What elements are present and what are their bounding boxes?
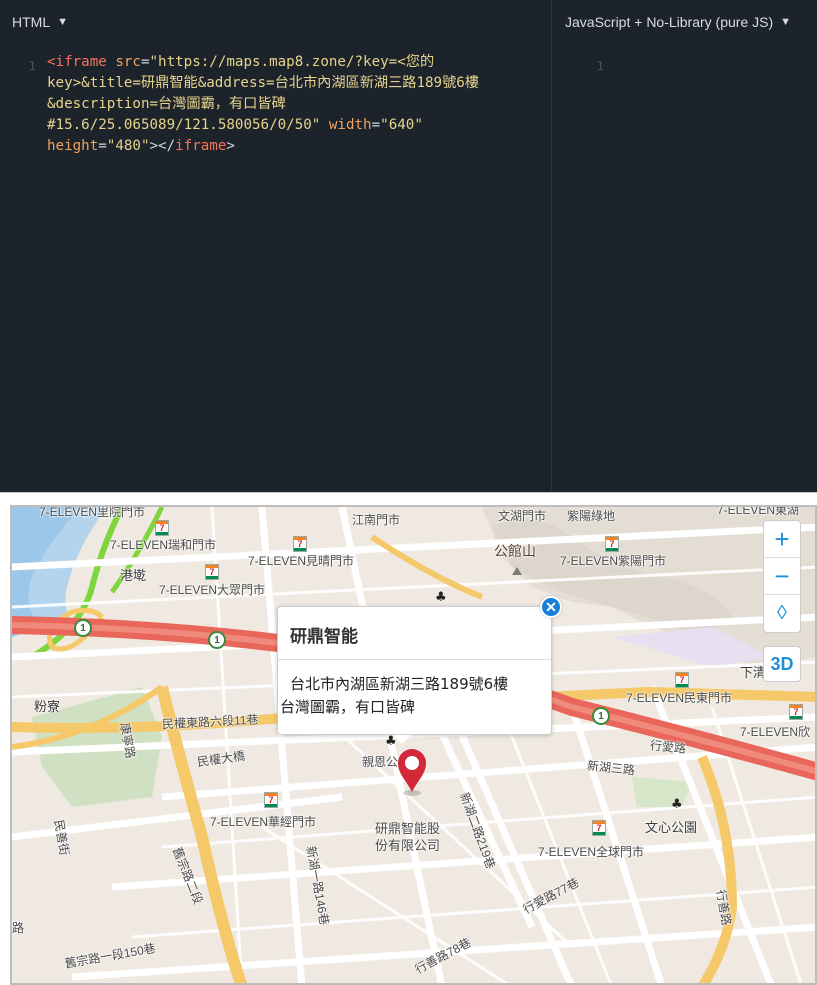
close-icon[interactable]: ✕ [540,596,562,618]
route-shield-icon: 1 [592,707,610,725]
popup-tip [393,735,411,744]
map-label: 7-ELEVEN里院門市 [39,505,146,519]
map-label: 7-ELEVEN瑞和門市 [110,538,217,552]
line-number: 1 [596,58,604,73]
map-label: 7-ELEVEN大眾門市 [159,583,266,597]
chevron-down-icon[interactable]: ▼ [57,16,68,28]
3d-toggle-button[interactable]: 3D [763,646,801,682]
chevron-down-icon[interactable]: ▼ [780,16,791,28]
code-token: = [371,117,381,133]
map-label: 7-ELEVEN華經門市 [210,815,317,829]
js-pane: JavaScript + No-Library (pure JS) ▼ 1 [552,0,817,492]
map-label: 7-ELEVEN全球門市 [538,845,645,859]
seven-eleven-icon[interactable]: 7 [789,704,803,720]
zoom-controls: + − ◊ [763,520,801,633]
code-token: height [47,138,99,154]
route-shield-icon: 1 [74,619,92,637]
map-label: 親恩公 [362,755,399,769]
popup-body: 台北市內湖區新湖三路189號6樓 台灣圖霸，有口皆碑 [278,660,551,719]
zoom-in-button[interactable]: + [764,521,800,558]
code-token: &description=台灣圖霸，有口皆碑 [47,96,286,112]
code-token: "480" [106,138,150,154]
location-pin-icon[interactable] [397,748,427,798]
company-poi-label-line2: 份有限公司 [375,838,441,853]
code-token: src [115,54,141,70]
map-label: 港墘 [120,568,147,583]
map-label: 7-ELEVEN見晴門市 [248,554,355,568]
code-token: "640" [380,117,423,133]
map-iframe[interactable]: 7 7 7 7 7 7 7 7 1 1 1 ♣ ♣ ♣ 7-ELEVEN里院門市… [10,505,817,985]
code-token: #15.6/25.065089/121.580056/0/50" [47,117,321,133]
seven-eleven-icon[interactable]: 7 [293,536,307,552]
company-poi-label[interactable]: 研鼎智能股 份有限公司 [375,820,440,854]
code-token: key>&title=研鼎智能&address=台北市內湖區新湖三路189號6樓 [47,75,479,91]
route-shield-icon: 1 [208,631,226,649]
info-popup: 研鼎智能 台北市內湖區新湖三路189號6樓 台灣圖霸，有口皆碑 [277,606,552,744]
js-language-label: JavaScript + No-Library (pure JS) [565,14,774,30]
code-token: width [328,117,372,133]
code-token: = [98,138,107,154]
map-label: 文湖門市 [498,509,547,523]
map-label: 行愛路 [649,738,687,756]
popup-title: 研鼎智能 [278,607,551,660]
map-label: 7-ELEVEN欣 [740,725,811,739]
seven-eleven-icon[interactable]: 7 [592,820,606,836]
code-editor: HTML ▼ 1 <iframe src="https://maps.map8.… [0,0,817,492]
map-label: 公館山 [494,543,536,559]
seven-eleven-icon[interactable]: 7 [605,536,619,552]
code-line[interactable]: height="480"></iframe> [47,136,547,157]
code-text[interactable]: <iframe src="https://maps.map8.zone/?key… [47,52,547,157]
code-token: <iframe [47,54,107,70]
code-token: = [140,54,150,70]
code-token: > [226,138,235,154]
html-pane: HTML ▼ 1 <iframe src="https://maps.map8.… [0,0,551,492]
map-label: 文心公園 [645,820,698,835]
code-line[interactable]: &description=台灣圖霸，有口皆碑 [47,94,547,115]
seven-eleven-icon[interactable]: 7 [264,792,278,808]
popup-address: 台北市內湖區新湖三路189號6樓 [290,675,509,693]
code-line[interactable]: key>&title=研鼎智能&address=台北市內湖區新湖三路189號6樓 [47,73,547,94]
seven-eleven-icon[interactable]: 7 [675,672,689,688]
code-token: ></ [149,138,176,154]
html-language-label: HTML [12,14,51,30]
zoom-out-button[interactable]: − [764,558,800,595]
mountain-peak-icon [512,567,522,575]
compass-icon[interactable]: ◊ [764,595,800,632]
map-label: 路 [12,921,25,935]
map-label: 7-ELEVEN紫陽門市 [560,554,667,568]
map-label: 粉寮 [34,699,61,714]
js-pane-header[interactable]: JavaScript + No-Library (pure JS) ▼ [552,0,817,44]
code-token: iframe [175,138,227,154]
code-token: "https://maps.map8.zone/?key=<您的 [149,54,435,70]
line-number: 1 [28,58,36,73]
tree-icon: ♣ [671,797,683,812]
seven-eleven-icon[interactable]: 7 [205,564,219,580]
map-label: 紫陽綠地 [567,509,616,523]
tree-icon: ♣ [435,590,447,605]
code-line[interactable]: <iframe src="https://maps.map8.zone/?key… [47,52,547,73]
map-label: 江南門市 [352,513,401,527]
code-line[interactable]: #15.6/25.065089/121.580056/0/50" width="… [47,115,547,136]
map-label: 7-ELEVEN民東門市 [626,691,733,705]
popup-description: 台灣圖霸，有口皆碑 [280,698,416,716]
company-poi-label-line1: 研鼎智能股 [375,821,441,836]
html-pane-header[interactable]: HTML ▼ [0,0,551,44]
map-label: 7-ELEVEN東湖 [717,505,800,517]
seven-eleven-icon[interactable]: 7 [155,520,169,536]
